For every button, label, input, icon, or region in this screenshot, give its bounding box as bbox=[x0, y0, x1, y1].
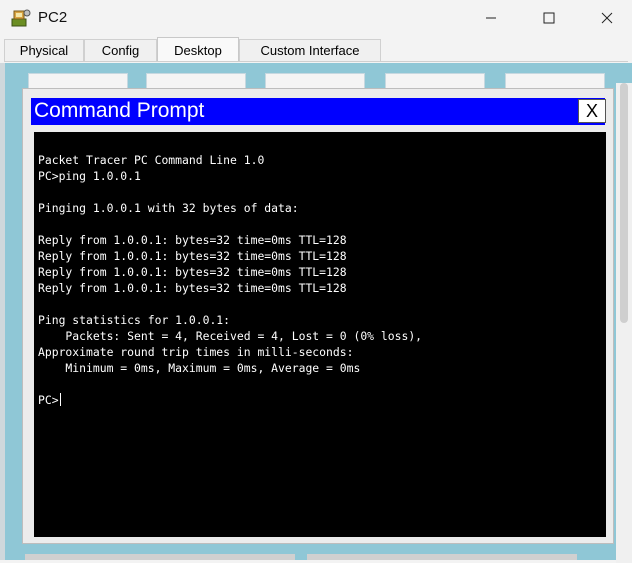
scrollbar-thumb[interactable] bbox=[620, 83, 628, 323]
terminal-line: Packets: Sent = 4, Received = 4, Lost = … bbox=[38, 329, 423, 343]
tab-desktop[interactable]: Desktop bbox=[157, 37, 239, 62]
window-title-bar: PC2 bbox=[0, 0, 632, 36]
terminal-line: Minimum = 0ms, Maximum = 0ms, Average = … bbox=[38, 361, 361, 375]
terminal-prompt: PC> bbox=[38, 393, 59, 407]
terminal-prompt-line[interactable]: PC> bbox=[38, 392, 606, 408]
tab-config[interactable]: Config bbox=[84, 39, 157, 61]
maximize-button[interactable] bbox=[521, 0, 577, 36]
tab-physical[interactable]: Physical bbox=[4, 39, 84, 61]
minimize-icon bbox=[486, 17, 496, 19]
tab-custom-interface[interactable]: Custom Interface bbox=[239, 39, 381, 61]
vertical-scrollbar[interactable] bbox=[616, 83, 632, 563]
packet-tracer-pc-icon bbox=[10, 7, 32, 29]
tab-bar: Physical Config Desktop Custom Interface bbox=[4, 37, 628, 62]
close-button[interactable] bbox=[579, 0, 632, 36]
command-prompt-window: Command Prompt X Packet Tracer PC Comman… bbox=[22, 88, 614, 544]
terminal-line: Reply from 1.0.0.1: bytes=32 time=0ms TT… bbox=[38, 249, 347, 263]
command-prompt-close-button[interactable]: X bbox=[578, 99, 606, 123]
terminal-line: Reply from 1.0.0.1: bytes=32 time=0ms TT… bbox=[38, 281, 347, 295]
text-cursor bbox=[59, 393, 61, 406]
tab-divider bbox=[4, 61, 628, 62]
terminal-line: Reply from 1.0.0.1: bytes=32 time=0ms TT… bbox=[38, 265, 347, 279]
close-icon bbox=[601, 12, 613, 24]
terminal-line: Ping statistics for 1.0.0.1: bbox=[38, 313, 231, 327]
minimize-button[interactable] bbox=[463, 0, 519, 36]
terminal-output[interactable]: Packet Tracer PC Command Line 1.0 PC>pin… bbox=[34, 132, 606, 537]
terminal-line: Reply from 1.0.0.1: bytes=32 time=0ms TT… bbox=[38, 233, 347, 247]
terminal-line: Approximate round trip times in milli-se… bbox=[38, 345, 354, 359]
horizontal-scrollbar[interactable] bbox=[25, 554, 605, 560]
terminal-line: Pinging 1.0.0.1 with 32 bytes of data: bbox=[38, 201, 299, 215]
window-title: PC2 bbox=[38, 9, 68, 26]
maximize-icon bbox=[543, 12, 555, 24]
command-prompt-title-bar: Command Prompt X bbox=[31, 98, 606, 125]
terminal-line: Packet Tracer PC Command Line 1.0 bbox=[38, 153, 265, 167]
terminal-line: PC>ping 1.0.0.1 bbox=[38, 169, 141, 183]
command-prompt-title: Command Prompt bbox=[34, 99, 205, 122]
